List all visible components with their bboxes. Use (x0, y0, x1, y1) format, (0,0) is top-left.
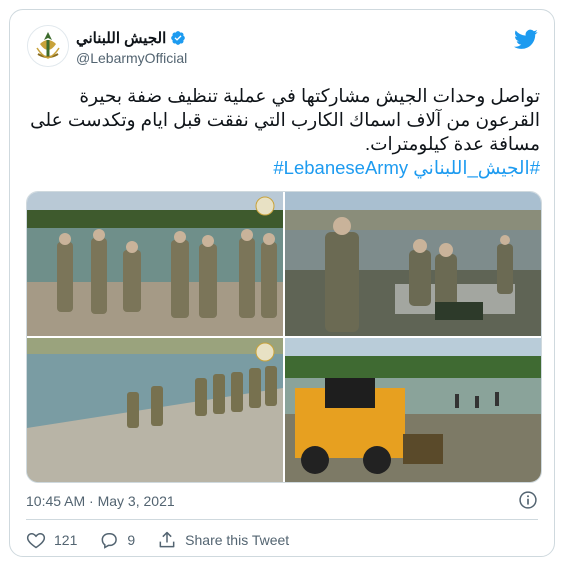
photo-soldiers-lake[interactable] (27, 338, 283, 482)
photo-bulldozer[interactable] (285, 338, 541, 482)
photo-image (285, 338, 541, 482)
info-icon[interactable] (518, 490, 538, 510)
avatar[interactable] (27, 25, 69, 67)
author-handle[interactable]: @LebarmyOfficial (76, 50, 187, 66)
verified-badge-icon (171, 31, 186, 45)
hashtag-links[interactable]: #الجيش_اللبناني LebaneseArmy# (26, 156, 540, 180)
share-label: Share this Tweet (185, 532, 290, 548)
twitter-bird-icon[interactable] (514, 27, 538, 51)
reply-button[interactable]: 9 (99, 530, 135, 550)
tweet-card[interactable]: الجيش اللبناني @LebarmyOfficial تواصل وح… (9, 9, 555, 557)
reply-count: 9 (127, 532, 136, 548)
share-icon (159, 531, 175, 548)
tweet-body: تواصل وحدات الجيش مشاركتها في عملية تنظي… (30, 85, 540, 154)
photo-image (27, 338, 283, 482)
tweet-timestamp[interactable]: 10:45 AM · May 3, 2021 (26, 493, 175, 509)
photo-image (27, 192, 283, 336)
action-bar: 121 9 Share this Tweet (26, 530, 311, 550)
heart-icon (26, 532, 46, 549)
divider (26, 519, 538, 520)
photo-soldiers-shore[interactable] (27, 192, 283, 336)
share-button[interactable]: Share this Tweet (157, 530, 289, 550)
like-count: 121 (54, 532, 78, 548)
photo-image (285, 192, 541, 336)
photo-soldiers-fish[interactable] (285, 192, 541, 336)
reply-icon (101, 533, 118, 549)
army-emblem-icon (28, 26, 68, 66)
author-name[interactable]: الجيش اللبناني (76, 29, 186, 47)
media-grid[interactable] (26, 191, 542, 483)
tweet-text: تواصل وحدات الجيش مشاركتها في عملية تنظي… (26, 84, 540, 180)
like-button[interactable]: 121 (26, 530, 77, 550)
